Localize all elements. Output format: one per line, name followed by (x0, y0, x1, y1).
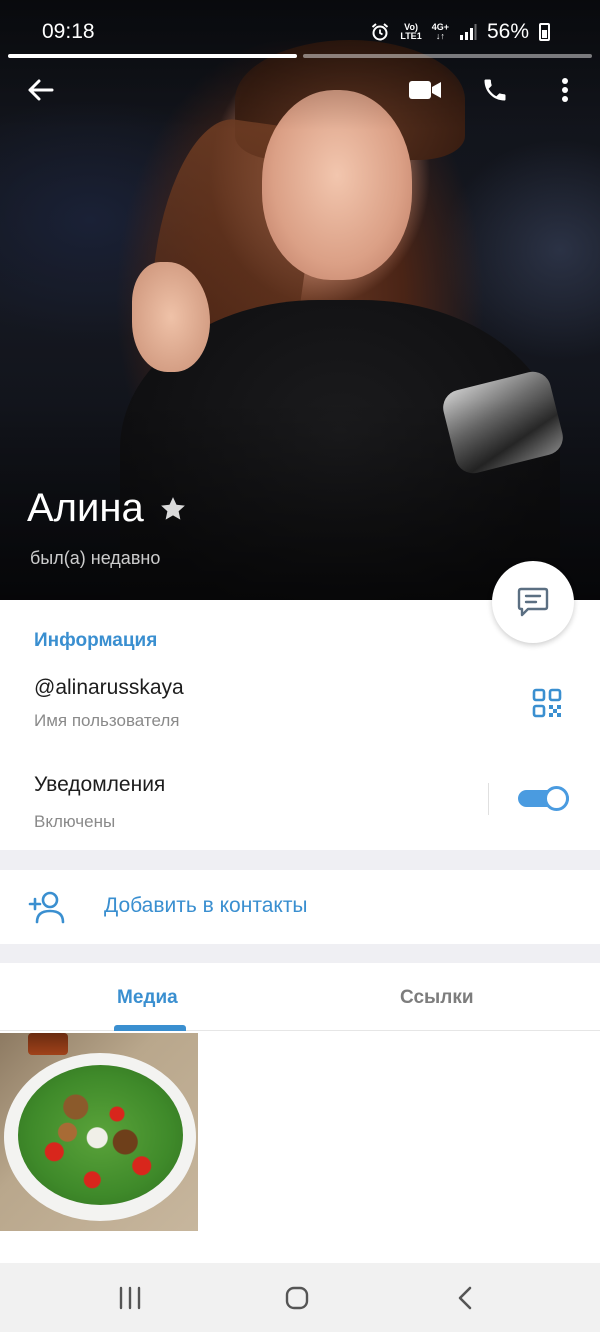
call-button[interactable] (475, 70, 515, 110)
notifications-toggle[interactable] (518, 786, 569, 811)
info-section: Информация @alinarusskaya Имя пользовате… (0, 600, 600, 850)
signal-icon (459, 24, 477, 40)
message-icon (517, 587, 549, 617)
volte-indicator: Vo) LTE1 (400, 22, 422, 41)
status-time: 09:18 (42, 20, 95, 43)
alarm-icon (372, 23, 389, 41)
photo-indicator-1 (8, 54, 297, 58)
last-seen-status: был(а) недавно (30, 548, 161, 568)
profile-name: Алина (27, 486, 144, 530)
username-row[interactable]: @alinarusskaya Имя пользователя (0, 660, 600, 750)
add-to-contacts-button[interactable]: Добавить в контакты (0, 870, 600, 944)
tab-media[interactable]: Медиа (117, 987, 178, 1009)
more-options-button[interactable] (545, 70, 585, 110)
system-navigation-bar (0, 1263, 600, 1332)
battery-percent: 56% (486, 20, 529, 43)
network-type: 4G+ ↓↑ (431, 22, 449, 41)
battery-icon (539, 23, 550, 41)
recent-apps-icon[interactable] (117, 1285, 143, 1311)
status-bar: 09:18 Vo) LTE1 4G+ ↓↑ 56% (0, 0, 600, 60)
add-to-contacts-label: Добавить в контакты (104, 894, 308, 917)
media-thumbnail[interactable] (0, 1033, 198, 1231)
phone-icon (484, 79, 506, 101)
divider (488, 783, 489, 815)
username-value: @alinarusskaya (34, 676, 184, 699)
qr-code-icon[interactable] (532, 688, 562, 718)
profile-name-row: Алина (27, 486, 188, 531)
username-label: Имя пользователя (34, 711, 180, 730)
photo-pagination (8, 54, 592, 58)
back-button[interactable] (20, 70, 60, 110)
home-icon[interactable] (284, 1285, 310, 1311)
notifications-row[interactable]: Уведомления Включены (0, 760, 480, 840)
photo-indicator-2 (303, 54, 592, 58)
tab-indicator (114, 1025, 186, 1031)
more-vertical-icon (562, 78, 568, 102)
media-tabs: Медиа Ссылки (0, 963, 600, 1031)
message-button[interactable] (492, 561, 574, 643)
star-icon (160, 496, 185, 520)
video-camera-icon (409, 81, 441, 99)
video-call-button[interactable] (405, 70, 445, 110)
notifications-state: Включены (34, 812, 116, 831)
back-nav-icon[interactable] (455, 1285, 475, 1311)
info-section-title: Информация (34, 630, 158, 651)
profile-photo[interactable] (0, 60, 600, 480)
add-contact-icon (28, 891, 65, 924)
notifications-label: Уведомления (34, 773, 166, 796)
shared-media-section: Медиа Ссылки (0, 963, 600, 1263)
tab-links[interactable]: Ссылки (400, 987, 474, 1009)
arrow-left-icon (28, 79, 54, 101)
